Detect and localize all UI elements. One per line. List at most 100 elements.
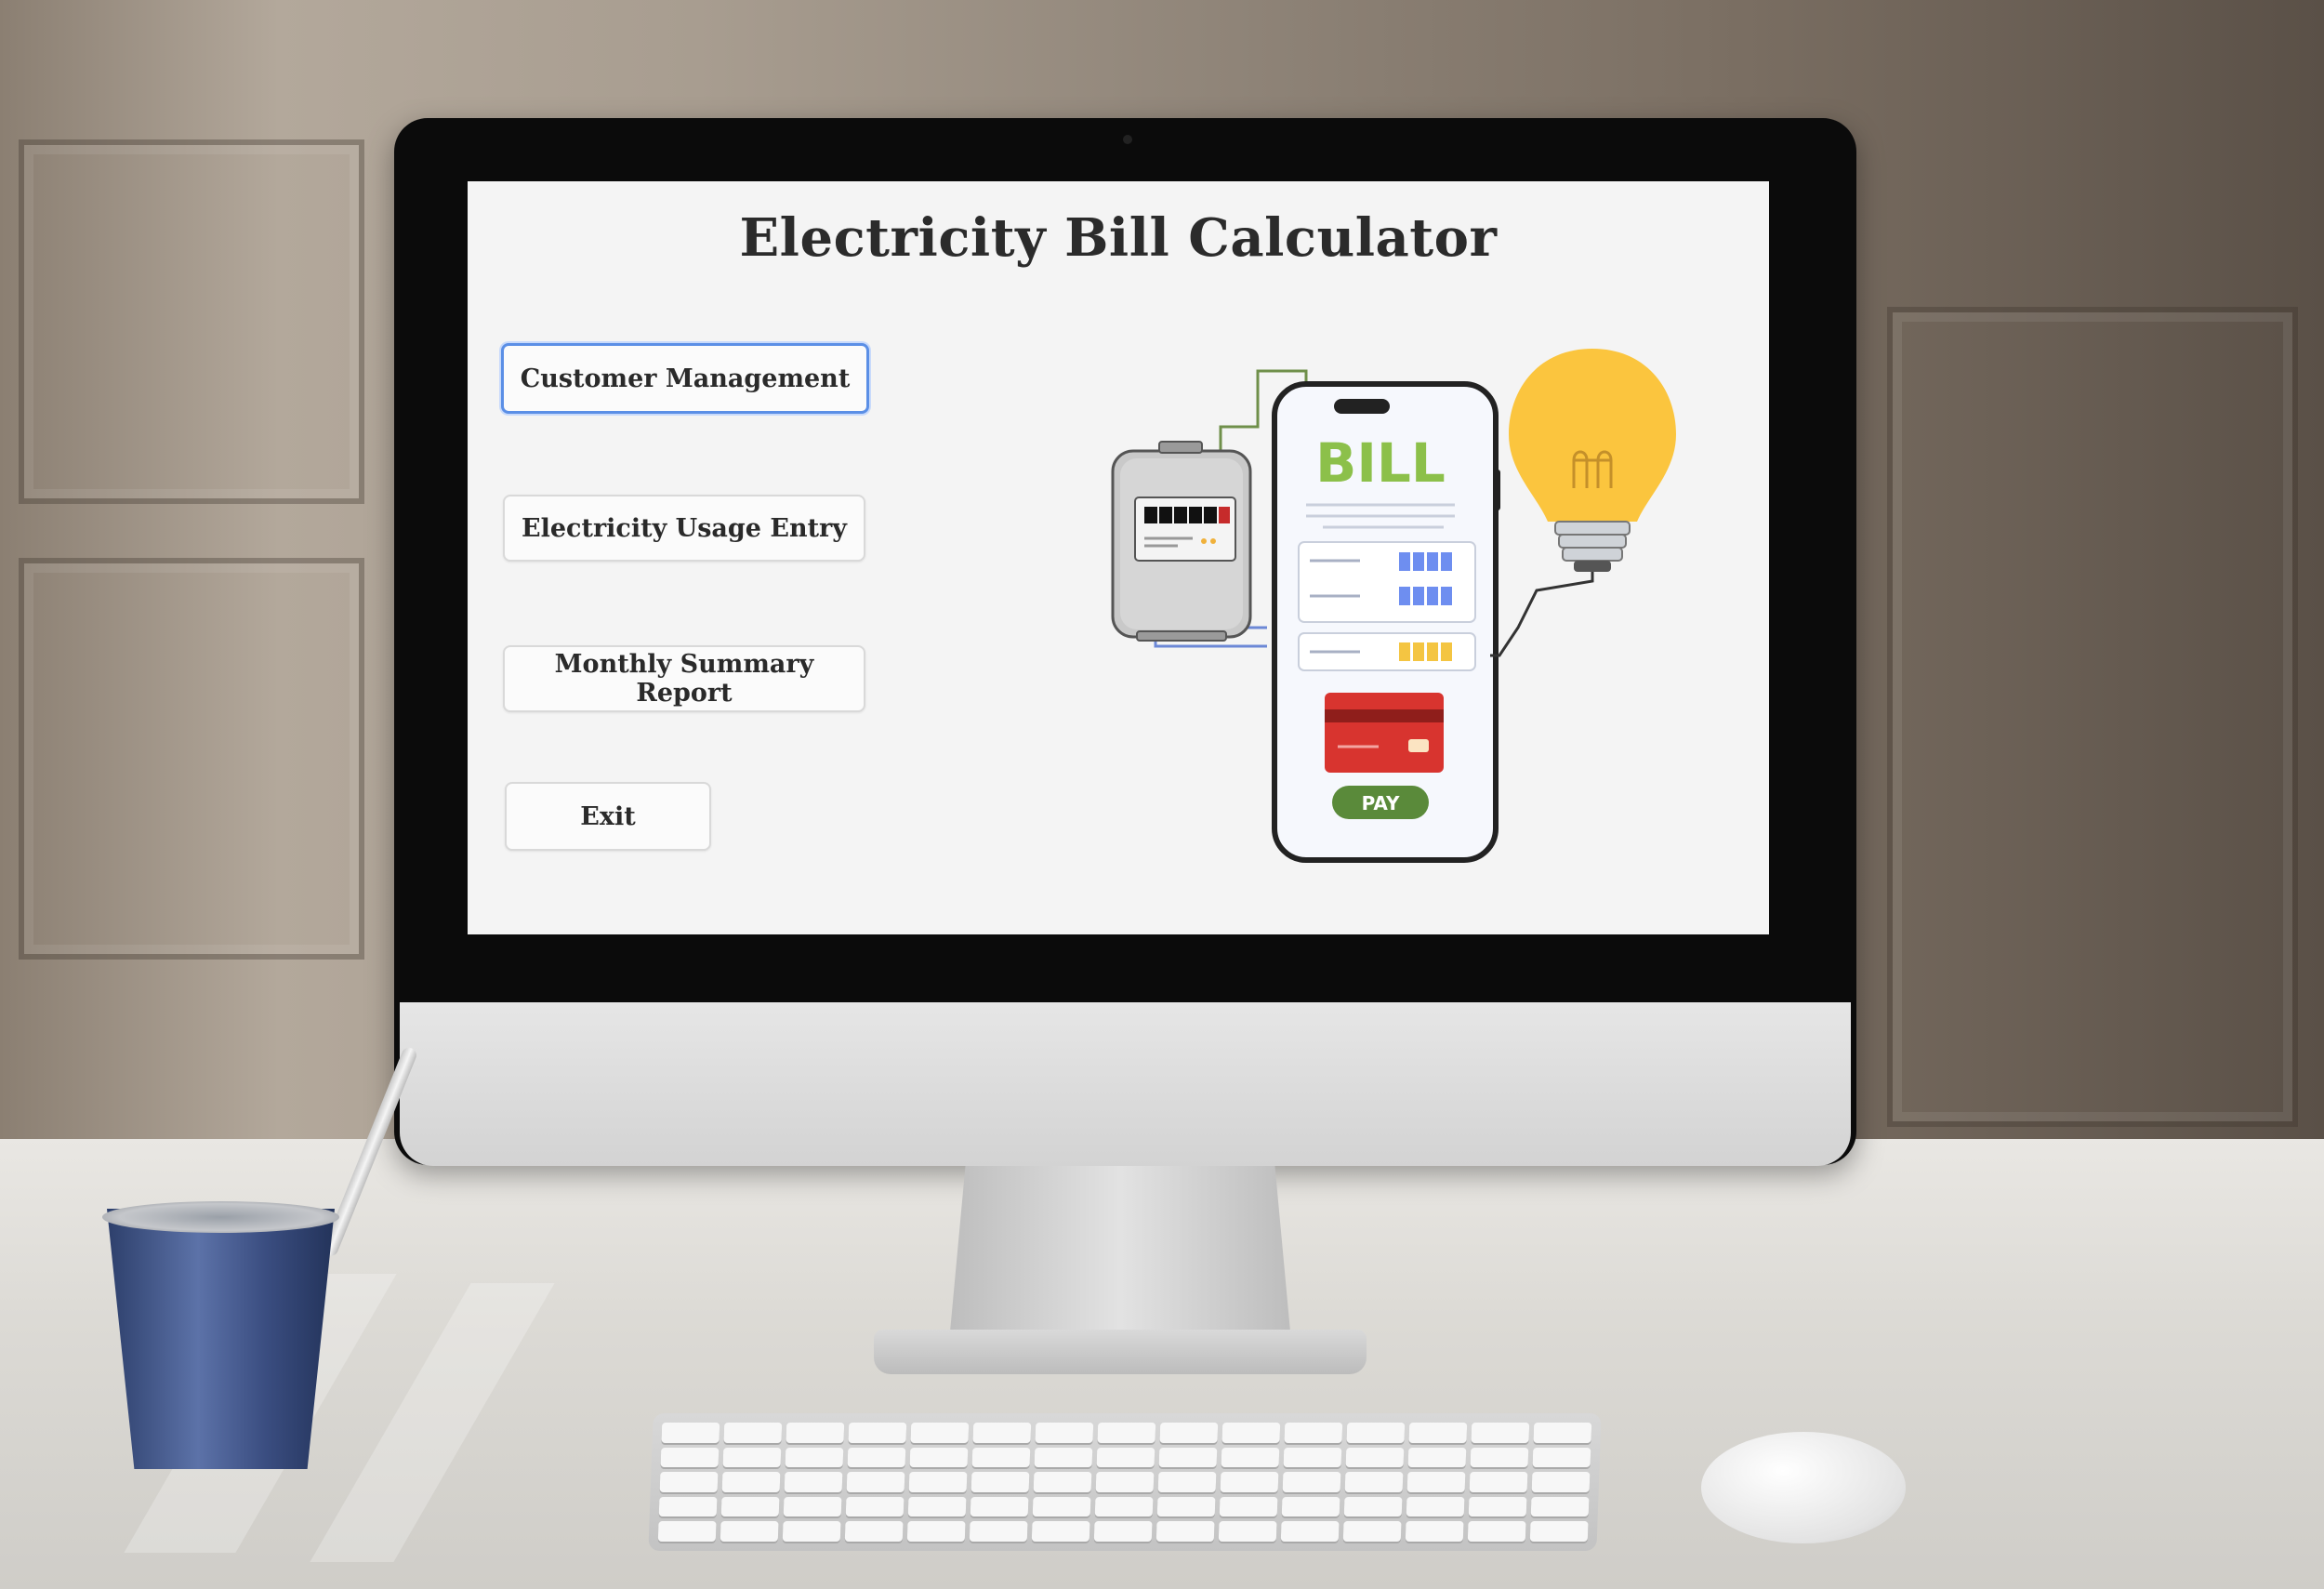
electricity-usage-entry-label: Electricity Usage Entry bbox=[522, 513, 847, 543]
key bbox=[1345, 1447, 1405, 1468]
key bbox=[1097, 1423, 1156, 1443]
key bbox=[1532, 1447, 1591, 1468]
key bbox=[1469, 1472, 1528, 1492]
key bbox=[658, 1496, 718, 1517]
smartphone-bill-icon: BILL PAY bbox=[1272, 381, 1500, 863]
monitor-chin bbox=[400, 1002, 1851, 1166]
key bbox=[1344, 1472, 1404, 1492]
monitor-base bbox=[874, 1330, 1367, 1374]
wall-panel-left bbox=[19, 139, 364, 504]
key bbox=[1156, 1496, 1216, 1517]
key bbox=[786, 1423, 845, 1443]
key bbox=[659, 1472, 719, 1492]
key bbox=[969, 1521, 1028, 1542]
key bbox=[721, 1472, 781, 1492]
app-window: Electricity Bill Calculator Customer Man… bbox=[468, 181, 1769, 934]
key bbox=[1533, 1423, 1592, 1443]
key bbox=[657, 1521, 717, 1542]
cup-rim bbox=[102, 1201, 339, 1233]
key bbox=[907, 1496, 967, 1517]
meter-digit-4 bbox=[1189, 507, 1202, 523]
key bbox=[1096, 1447, 1155, 1468]
meter-digit-1 bbox=[1144, 507, 1157, 523]
blue-cup bbox=[107, 1209, 335, 1469]
key bbox=[1529, 1521, 1589, 1542]
bill-illustration: BILL PAY bbox=[1111, 349, 1676, 863]
electricity-usage-entry-button[interactable]: Electricity Usage Entry bbox=[503, 495, 865, 562]
key bbox=[1032, 1496, 1091, 1517]
key bbox=[1031, 1521, 1090, 1542]
key bbox=[720, 1521, 779, 1542]
exit-label: Exit bbox=[580, 801, 636, 831]
key bbox=[1406, 1496, 1465, 1517]
key bbox=[785, 1447, 844, 1468]
key bbox=[1408, 1423, 1468, 1443]
key bbox=[782, 1521, 841, 1542]
key bbox=[1405, 1521, 1464, 1542]
key bbox=[1033, 1472, 1092, 1492]
key bbox=[784, 1472, 843, 1492]
key bbox=[1284, 1423, 1343, 1443]
key bbox=[1093, 1521, 1153, 1542]
key bbox=[1221, 1447, 1280, 1468]
credit-card-icon bbox=[1325, 693, 1444, 773]
light-bulb-icon bbox=[1490, 349, 1676, 657]
monthly-summary-report-label: Monthly Summary Report bbox=[554, 650, 814, 708]
key bbox=[1280, 1521, 1340, 1542]
exit-button[interactable]: Exit bbox=[505, 782, 711, 851]
page-title: Electricity Bill Calculator bbox=[739, 207, 1498, 269]
key bbox=[848, 1423, 907, 1443]
key bbox=[1470, 1447, 1529, 1468]
key bbox=[1218, 1521, 1277, 1542]
key bbox=[1095, 1472, 1155, 1492]
key bbox=[845, 1496, 905, 1517]
key bbox=[844, 1521, 904, 1542]
customer-management-button[interactable]: Customer Management bbox=[501, 343, 869, 414]
key bbox=[1531, 1472, 1591, 1492]
monitor-stand bbox=[948, 1166, 1292, 1352]
key bbox=[1346, 1423, 1406, 1443]
key bbox=[1471, 1423, 1530, 1443]
key bbox=[1468, 1496, 1527, 1517]
key bbox=[1219, 1496, 1278, 1517]
meter-digit-2 bbox=[1159, 507, 1172, 523]
webcam bbox=[1123, 135, 1132, 144]
key bbox=[1283, 1447, 1342, 1468]
key bbox=[1220, 1472, 1279, 1492]
key bbox=[1094, 1496, 1154, 1517]
key bbox=[1343, 1496, 1403, 1517]
customer-management-label: Customer Management bbox=[520, 364, 851, 393]
electric-meter-icon bbox=[1111, 441, 1252, 642]
key bbox=[971, 1447, 1031, 1468]
mouse bbox=[1701, 1432, 1906, 1543]
meter-digit-6 bbox=[1219, 507, 1230, 523]
key bbox=[971, 1472, 1030, 1492]
key bbox=[661, 1423, 720, 1443]
key bbox=[1407, 1447, 1467, 1468]
bill-label: BILL bbox=[1315, 431, 1446, 495]
key bbox=[1467, 1521, 1526, 1542]
key bbox=[908, 1472, 968, 1492]
key bbox=[910, 1423, 970, 1443]
key bbox=[972, 1423, 1032, 1443]
key bbox=[1158, 1447, 1218, 1468]
monthly-summary-report-button[interactable]: Monthly Summary Report bbox=[503, 645, 865, 712]
key bbox=[1034, 1447, 1093, 1468]
key bbox=[1157, 1472, 1217, 1492]
key bbox=[1342, 1521, 1402, 1542]
key bbox=[1159, 1423, 1219, 1443]
meter-digit-5 bbox=[1204, 507, 1217, 523]
key bbox=[720, 1496, 780, 1517]
key bbox=[723, 1423, 783, 1443]
key bbox=[906, 1521, 966, 1542]
pay-label: PAY bbox=[1362, 792, 1400, 814]
wall-panel-right bbox=[1887, 307, 2298, 1127]
key bbox=[1282, 1472, 1341, 1492]
keyboard bbox=[648, 1413, 1602, 1551]
key bbox=[1221, 1423, 1281, 1443]
key bbox=[1530, 1496, 1590, 1517]
key bbox=[909, 1447, 969, 1468]
key bbox=[1281, 1496, 1340, 1517]
meter-digit-3 bbox=[1174, 507, 1187, 523]
key bbox=[847, 1447, 906, 1468]
